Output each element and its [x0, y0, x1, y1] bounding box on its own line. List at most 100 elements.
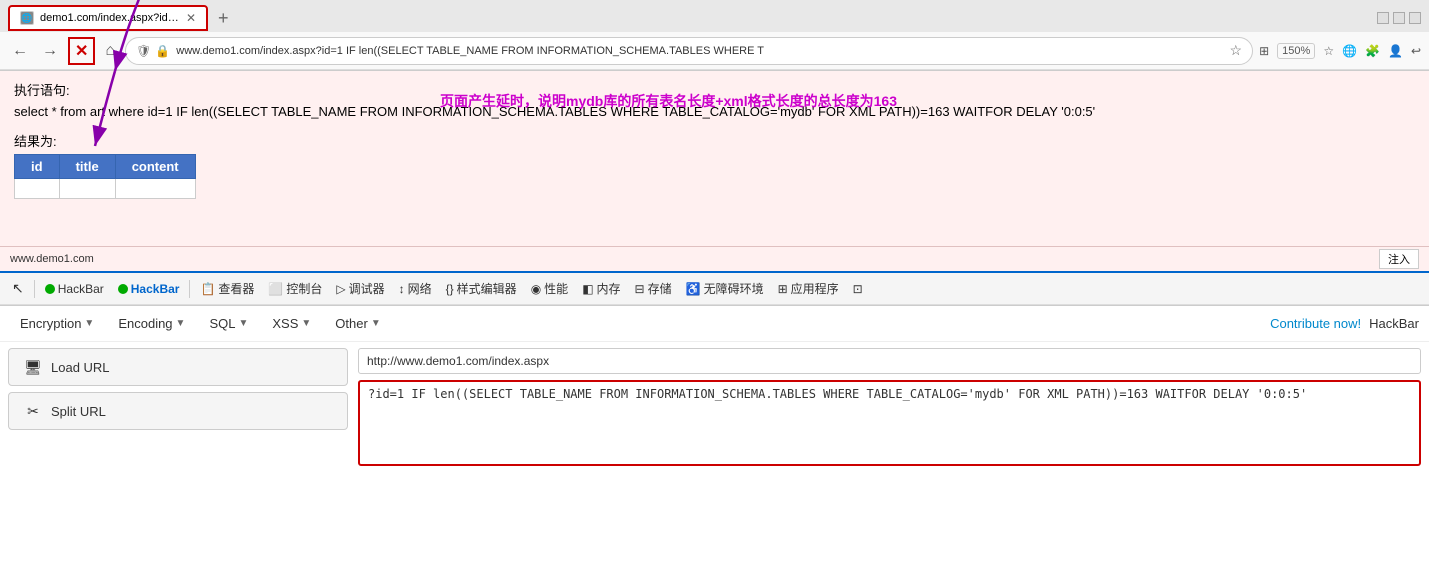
hackbar-dot-1	[45, 284, 55, 294]
devtools-application-tab[interactable]: ⊞ 应用程序	[772, 278, 845, 299]
menu-encryption[interactable]: Encryption ▼	[10, 312, 104, 335]
menu-xss[interactable]: XSS ▼	[262, 312, 321, 335]
sql-arrow: ▼	[238, 318, 248, 329]
hackbar-item-1[interactable]: HackBar	[39, 280, 110, 298]
devtools-style-tab[interactable]: {} 样式编辑器	[440, 278, 523, 299]
memory-icon: ◧	[582, 282, 593, 296]
hackbar-dot-2	[118, 284, 128, 294]
window-close-button[interactable]	[1409, 12, 1421, 24]
annotation-text: 页面产生延时，说明mydb库的所有表名长度+xml格式长度的总长度为163	[440, 91, 897, 111]
devtools-network-tab[interactable]: ↕ 网络	[393, 278, 438, 299]
result-label: 结果为:	[14, 131, 1415, 150]
style-label: 样式编辑器	[457, 280, 517, 297]
tab-title: demo1.com/index.aspx?id=1	[40, 12, 180, 24]
url-input-bottom[interactable]	[358, 380, 1421, 466]
result-table: id title content	[14, 154, 196, 199]
hackbar-item-2[interactable]: HackBar	[112, 280, 186, 298]
star-icon[interactable]: ☆	[1323, 44, 1334, 58]
xss-label: XSS	[272, 316, 298, 331]
load-url-icon: 🖥	[23, 357, 43, 377]
table-cell	[115, 178, 195, 198]
status-input-button[interactable]: 注入	[1379, 249, 1419, 269]
hackbar-menu: Encryption ▼ Encoding ▼ SQL ▼ XSS ▼ Othe…	[0, 306, 1429, 342]
forward-button[interactable]: →	[38, 40, 62, 62]
style-icon: {}	[446, 282, 454, 296]
console-icon: ⬜	[268, 282, 283, 296]
hackbar-panel: Encryption ▼ Encoding ▼ SQL ▼ XSS ▼ Othe…	[0, 305, 1429, 472]
application-icon: ⊞	[778, 282, 788, 296]
sql-label: SQL	[209, 316, 235, 331]
shield-icon: 🛡	[136, 44, 151, 58]
devtools-perf-tab[interactable]: ◉ 性能	[525, 278, 575, 299]
back-button[interactable]: ←	[8, 40, 32, 62]
hackbar-label-2: HackBar	[131, 282, 180, 296]
perf-icon: ◉	[531, 282, 541, 296]
table-cell	[59, 178, 115, 198]
other-label: Other	[335, 316, 368, 331]
devtools-accessibility-tab[interactable]: ♿ 无障碍环境	[680, 278, 770, 299]
home-button[interactable]: ⌂	[101, 40, 119, 62]
menu-other[interactable]: Other ▼	[325, 312, 390, 335]
devtools-inspector-tab[interactable]: 📋 查看器	[194, 278, 260, 299]
console-label: 控制台	[286, 280, 322, 297]
storage-icon: ⊟	[635, 282, 645, 296]
contribute-link[interactable]: Contribute now!	[1270, 316, 1361, 331]
encryption-label: Encryption	[20, 316, 81, 331]
other-arrow: ▼	[371, 318, 381, 329]
network-icon: ↕	[399, 282, 405, 296]
address-text: www.demo1.com/index.aspx?id=1 IF len((SE…	[176, 45, 1223, 57]
nav-right: ⊞ 150% ☆ 🌐 🧩 👤 ↩	[1259, 43, 1421, 59]
encoding-arrow: ▼	[176, 318, 186, 329]
devtools-storage-tab[interactable]: ⊟ 存储	[629, 278, 678, 299]
table-header-id: id	[15, 154, 60, 178]
menu-encoding[interactable]: Encoding ▼	[108, 312, 195, 335]
hackbar-main: 🖥 Load URL ✂ Split URL	[0, 342, 1429, 472]
load-url-button[interactable]: 🖥 Load URL	[8, 348, 348, 386]
table-header-title: title	[59, 154, 115, 178]
xss-arrow: ▼	[301, 318, 311, 329]
load-url-label: Load URL	[51, 360, 110, 375]
tab-bar: 🌐 demo1.com/index.aspx?id=1 ✕ +	[0, 0, 1429, 32]
address-bar[interactable]: 🛡 🔒 www.demo1.com/index.aspx?id=1 IF len…	[125, 37, 1253, 65]
separator	[34, 280, 35, 298]
devtools-inspector[interactable]: ↖	[6, 278, 30, 299]
menu-sql[interactable]: SQL ▼	[199, 312, 258, 335]
page-content: 执行语句: select * from art where id=1 IF le…	[0, 71, 1429, 271]
new-tab-button[interactable]: +	[212, 8, 235, 29]
back-icon2[interactable]: ↩	[1411, 44, 1421, 58]
status-domain: www.demo1.com	[10, 253, 94, 265]
perf-label: 性能	[544, 280, 568, 297]
separator	[189, 280, 190, 298]
application-label: 应用程序	[791, 280, 839, 297]
profile-icon[interactable]: 👤	[1388, 44, 1403, 58]
globe-icon: 🌐	[1342, 44, 1357, 58]
encoding-label: Encoding	[118, 316, 172, 331]
devtools-bar: ↖ HackBar HackBar 📋 查看器 ⬜ 控制台 ▷ 调试器 ↕ 网络	[0, 271, 1429, 305]
minimize-button[interactable]	[1377, 12, 1389, 24]
nav-bar: ← → ✕ ⌂ 🛡 🔒 www.demo1.com/index.aspx?id=…	[0, 32, 1429, 70]
split-url-button[interactable]: ✂ Split URL	[8, 392, 348, 430]
active-tab[interactable]: 🌐 demo1.com/index.aspx?id=1 ✕	[8, 5, 208, 31]
bookmark-icon[interactable]: ☆	[1230, 42, 1243, 59]
stop-reload-button[interactable]: ✕	[68, 37, 95, 65]
status-bar: www.demo1.com 注入	[0, 246, 1429, 271]
devtools-console-tab[interactable]: ⬜ 控制台	[262, 278, 328, 299]
devtools-memory-tab[interactable]: ◧ 内存	[576, 278, 626, 299]
devtools-debugger-tab[interactable]: ▷ 调试器	[330, 278, 390, 299]
tab-close-button[interactable]: ✕	[186, 11, 196, 25]
table-header-content: content	[115, 154, 195, 178]
split-url-icon: ✂	[23, 401, 43, 421]
url-input-top[interactable]	[358, 348, 1421, 374]
table-cell	[15, 178, 60, 198]
split-url-label: Split URL	[51, 404, 106, 419]
hackbar-label-1: HackBar	[58, 282, 104, 296]
maximize-button[interactable]	[1393, 12, 1405, 24]
zoom-level[interactable]: 150%	[1277, 43, 1315, 59]
tab-favicon: 🌐	[20, 11, 34, 25]
play-icon: ▷	[336, 282, 345, 296]
devtools-more[interactable]: ⊡	[847, 280, 869, 298]
memory-label: 内存	[597, 280, 621, 297]
hackbar-inputs	[358, 348, 1421, 466]
hackbar-title: HackBar	[1369, 316, 1419, 331]
more-icon: ⊡	[853, 282, 863, 296]
